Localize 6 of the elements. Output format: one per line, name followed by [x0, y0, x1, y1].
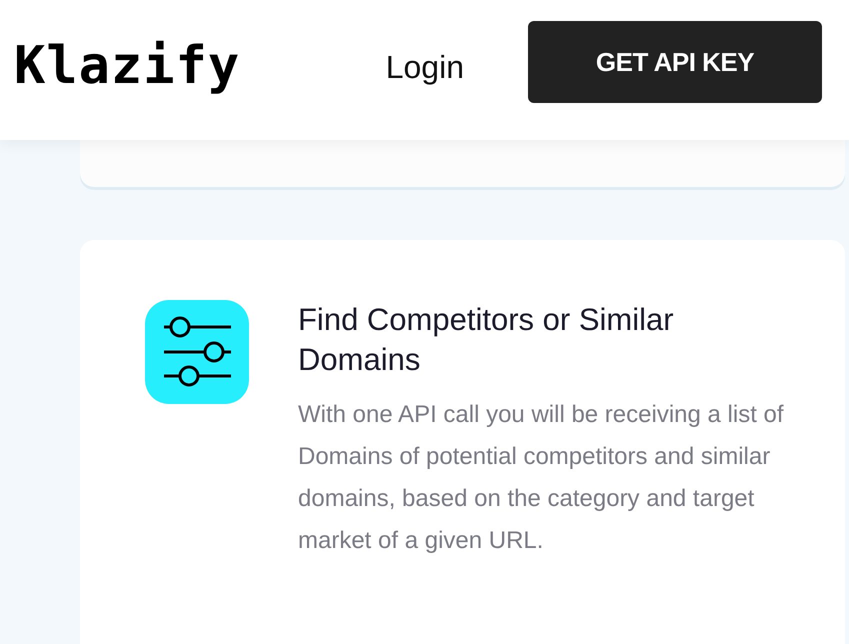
- feature-description: With one API call you will be receiving a list of Domains of potential competitors and similar domains, based on the category and target market of a given URL.: [298, 400, 785, 556]
- feature-title: Find Competitors or Similar Domains: [298, 301, 675, 379]
- logo[interactable]: Klazify: [14, 36, 240, 96]
- get-api-key-button[interactable]: GET API KEY: [528, 21, 822, 103]
- login-link[interactable]: Login: [386, 48, 464, 86]
- sliders-icon: [145, 300, 249, 404]
